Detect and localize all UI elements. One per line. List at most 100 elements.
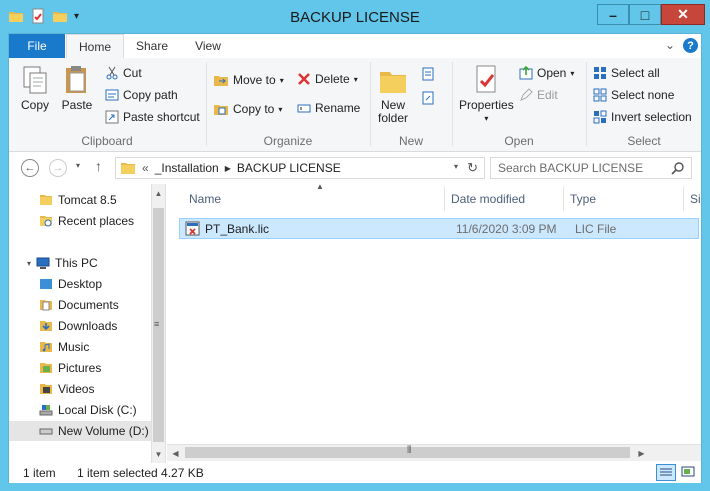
nav-item-label: Pictures (58, 361, 102, 375)
nav-item-tomcat[interactable]: Tomcat 8.5 (39, 190, 117, 210)
column-header-type[interactable]: Type (564, 186, 684, 211)
tab-home[interactable]: Home (66, 34, 124, 59)
select-all-label: Select all (611, 66, 660, 80)
search-box[interactable]: Search BACKUP LICENSE (490, 157, 692, 179)
address-bar[interactable]: « _Installation ▶ BACKUP LICENSE ▾ ↻ (115, 157, 485, 179)
edit-button[interactable]: Edit (519, 88, 558, 102)
nav-item-videos[interactable]: Videos (39, 379, 94, 399)
address-overflow[interactable]: « (142, 161, 149, 175)
nav-item-downloads[interactable]: Downloads (39, 316, 117, 336)
nav-item-label: Documents (58, 298, 119, 312)
copy-label: Copy (20, 98, 49, 112)
new-item-icon[interactable] (421, 66, 437, 82)
nav-item-label: Videos (58, 382, 95, 396)
nav-item-new-volume[interactable]: New Volume (D:) (9, 421, 151, 441)
new-group: New folder New (371, 58, 451, 151)
music-icon (40, 342, 52, 352)
nav-item-documents[interactable]: Documents (39, 295, 119, 315)
properties-icon[interactable] (30, 8, 46, 24)
new-folder-icon[interactable] (52, 8, 68, 24)
rename-button[interactable]: Rename (297, 101, 360, 115)
copy-to-label: Copy to (233, 102, 275, 116)
grip-icon: ≡ (154, 319, 160, 329)
navigation-scrollbar[interactable]: ▲ ≡ ▼ (151, 184, 166, 463)
select-all-button[interactable]: Select all (593, 66, 660, 80)
select-none-icon (593, 88, 607, 102)
item-count: 1 item (23, 466, 56, 480)
maximize-button[interactable]: □ (629, 4, 661, 25)
minimize-button[interactable]: – (597, 4, 629, 25)
tab-view[interactable]: View (185, 34, 231, 58)
details-view-icon (660, 468, 672, 476)
refresh-icon[interactable]: ↻ (467, 160, 478, 176)
column-header-date[interactable]: Date modified (445, 186, 564, 211)
move-to-dropdown-icon: ▾ (279, 75, 284, 85)
copy-icon (23, 66, 47, 94)
properties-button[interactable]: Properties ▾ (459, 64, 514, 125)
new-folder-label-line2: folder (377, 111, 409, 125)
open-button[interactable]: Open ▾ (519, 66, 574, 80)
cut-button[interactable]: Cut (105, 66, 142, 80)
column-header-size[interactable]: Size (684, 186, 701, 211)
videos-icon (40, 384, 52, 394)
breadcrumb-backup-license[interactable]: BACKUP LICENSE (237, 161, 341, 175)
breadcrumb-separator-icon[interactable]: ▶ (225, 164, 231, 173)
documents-icon (40, 300, 52, 311)
new-folder-button[interactable]: New folder (377, 64, 409, 125)
organize-group: Move to ▾ Copy to ▾ Delete ▾ Rename Organiz… (207, 58, 369, 151)
expand-ribbon-icon[interactable]: ⌄ (665, 38, 675, 52)
invert-selection-button[interactable]: Invert selection (593, 110, 692, 124)
nav-item-recent-places[interactable]: Recent places (39, 211, 134, 231)
status-bar: 1 item 1 item selected 4.27 KB (9, 463, 701, 483)
open-icon (519, 66, 533, 80)
scroll-right-icon[interactable]: ▶ (635, 446, 648, 460)
scroll-left-icon[interactable]: ◀ (169, 446, 182, 460)
organize-group-label: Organize (263, 134, 313, 148)
tab-share[interactable]: Share (129, 34, 175, 58)
recent-locations-icon[interactable]: ▾ (76, 161, 80, 170)
help-icon[interactable]: ? (683, 38, 698, 53)
copy-to-button[interactable]: Copy to ▾ (213, 101, 282, 117)
up-arrow-icon[interactable]: ↑ (95, 158, 102, 174)
nav-item-label: Local Disk (C:) (58, 403, 137, 417)
nav-item-music[interactable]: Music (39, 337, 89, 357)
scroll-up-icon[interactable]: ▲ (152, 186, 165, 200)
address-dropdown-icon[interactable]: ▾ (454, 162, 458, 171)
paste-button[interactable]: Paste (61, 64, 93, 112)
select-none-button[interactable]: Select none (593, 88, 674, 102)
details-view-button[interactable] (656, 464, 676, 481)
copy-button[interactable]: Copy (19, 64, 51, 112)
new-group-label: New (398, 134, 423, 148)
nav-item-desktop[interactable]: Desktop (39, 274, 102, 294)
selection-info: 1 item selected 4.27 KB (77, 466, 204, 480)
explorer-window: File Home Share View ⌄ ? Copy Paste Cut … (8, 33, 702, 483)
folder-icon (9, 12, 23, 22)
large-icons-view-icon (681, 466, 695, 477)
nav-item-pictures[interactable]: Pictures (39, 358, 101, 378)
back-button[interactable]: ← (21, 159, 39, 177)
copy-path-button[interactable]: Copy path (105, 88, 178, 102)
easy-access-icon[interactable] (421, 90, 437, 106)
tab-file[interactable]: File (9, 34, 65, 58)
edit-label: Edit (537, 88, 558, 102)
forward-button[interactable]: → (49, 159, 67, 177)
delete-button[interactable]: Delete ▾ (297, 72, 358, 86)
paste-shortcut-button[interactable]: Paste shortcut (105, 110, 200, 124)
scroll-down-icon[interactable]: ▼ (152, 447, 165, 461)
quick-access-toolbar: ▾ (8, 8, 79, 24)
table-row[interactable]: PT_Bank.lic 11/6/2020 3:09 PM LIC File (179, 218, 699, 239)
file-list-scrollbar[interactable]: ◀ ⦀ ▶ (167, 444, 701, 461)
breadcrumb-installation[interactable]: _Installation (155, 161, 219, 175)
close-button[interactable]: ✕ (661, 4, 705, 25)
column-header-name[interactable]: Name (183, 186, 445, 211)
nav-item-local-disk[interactable]: Local Disk (C:) (39, 400, 137, 420)
pictures-icon (40, 363, 52, 373)
move-to-button[interactable]: Move to ▾ (213, 72, 284, 88)
large-icons-view-button[interactable] (679, 464, 699, 481)
customize-qat-icon[interactable]: ▾ (74, 11, 79, 22)
nav-item-this-pc[interactable]: ▾ This PC (27, 253, 98, 273)
folder-icon (121, 163, 135, 174)
navigation-bar: ← → ▾ ↑ « _Installation ▶ BACKUP LICENSE… (9, 152, 701, 184)
expand-icon[interactable]: ▾ (27, 259, 31, 268)
invert-selection-icon (593, 110, 607, 124)
